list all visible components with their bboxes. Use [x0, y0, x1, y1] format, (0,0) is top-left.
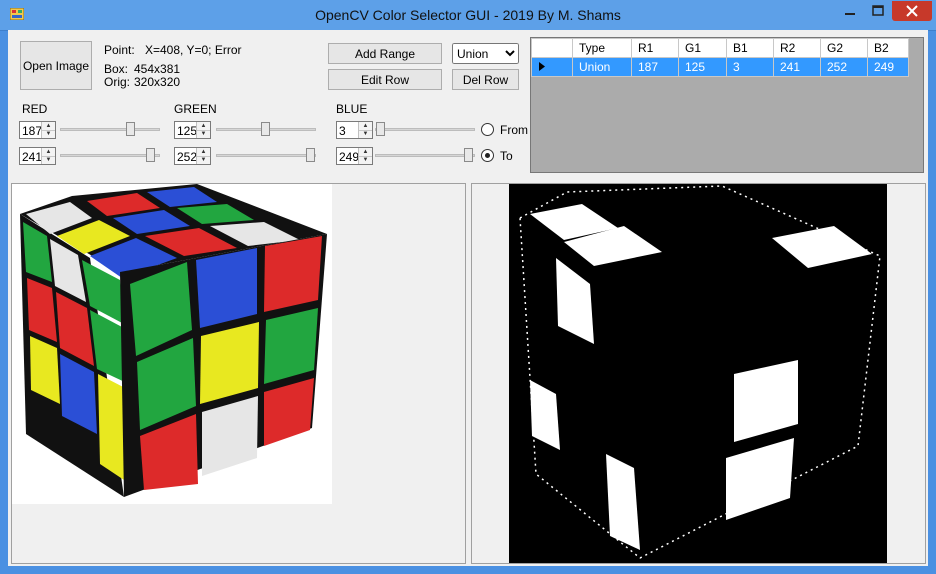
slider-thumb[interactable] [126, 122, 135, 136]
green-to-value: 252 [177, 150, 198, 164]
green-from-value: 125 [177, 124, 198, 138]
orig-label: Orig: [104, 75, 131, 89]
spin-down-icon[interactable]: ▼ [197, 130, 210, 138]
column-header[interactable]: Type [572, 38, 632, 58]
table-header-row: Type R1 G1 B1 R2 G2 B2 [531, 38, 909, 58]
maximize-icon [872, 5, 884, 16]
minimize-button[interactable] [836, 1, 864, 21]
slider-track [60, 128, 160, 131]
green-to-slider[interactable] [216, 148, 316, 164]
mask-image[interactable] [472, 184, 925, 563]
spinner-arrows[interactable]: ▲ ▼ [358, 148, 372, 164]
red-from-slider[interactable] [60, 122, 160, 138]
green-label: GREEN [174, 102, 217, 116]
spinner-arrows[interactable]: ▲ ▼ [196, 148, 210, 164]
close-icon [906, 5, 918, 17]
table-row[interactable]: Union 187 125 3 241 252 249 [531, 57, 909, 77]
spinner-arrows[interactable]: ▲ ▼ [41, 148, 55, 164]
spin-down-icon[interactable]: ▼ [42, 130, 55, 138]
row-selector[interactable] [531, 57, 573, 77]
slider-track [375, 154, 475, 157]
maximize-button[interactable] [864, 1, 892, 21]
spinner-arrows[interactable]: ▲ ▼ [358, 122, 372, 138]
from-radio-label[interactable]: From [500, 123, 528, 137]
app-window: OpenCV Color Selector GUI - 2019 By M. S… [0, 0, 936, 574]
blue-from-slider[interactable] [375, 122, 475, 138]
blue-to-spinner[interactable]: 249 ▲ ▼ [336, 147, 373, 165]
table-cell[interactable]: 187 [631, 57, 679, 77]
slider-track [60, 154, 160, 157]
blue-from-spinner[interactable]: 3 ▲ ▼ [336, 121, 373, 139]
slider-thumb[interactable] [464, 148, 473, 162]
edit-row-button[interactable]: Edit Row [328, 69, 442, 90]
table-cell[interactable]: 249 [867, 57, 909, 77]
column-header[interactable]: R2 [773, 38, 821, 58]
slider-thumb[interactable] [261, 122, 270, 136]
red-from-value: 187 [22, 124, 43, 138]
slider-track [216, 154, 316, 157]
mask-image-panel[interactable] [471, 183, 926, 564]
box-label: Box: [104, 62, 129, 76]
green-from-slider[interactable] [216, 122, 316, 138]
slider-track [375, 128, 475, 131]
table-cell[interactable]: 3 [726, 57, 774, 77]
ranges-grid[interactable]: Type R1 G1 B1 R2 G2 B2 Union 187 125 3 2… [530, 37, 924, 173]
from-radio[interactable] [481, 123, 494, 136]
ranges-table: Type R1 G1 B1 R2 G2 B2 Union 187 125 3 2… [531, 38, 909, 77]
to-radio[interactable] [481, 149, 494, 162]
slider-thumb[interactable] [376, 122, 385, 136]
open-image-button[interactable]: Open Image [20, 41, 92, 90]
spin-down-icon[interactable]: ▼ [359, 130, 372, 138]
blue-label: BLUE [336, 102, 368, 116]
column-header[interactable]: B2 [867, 38, 909, 58]
add-range-button[interactable]: Add Range [328, 43, 442, 64]
red-to-spinner[interactable]: 241 ▲ ▼ [19, 147, 56, 165]
table-cell[interactable]: Union [572, 57, 632, 77]
source-image-panel[interactable] [11, 183, 466, 564]
column-header[interactable]: G2 [820, 38, 868, 58]
to-radio-label[interactable]: To [500, 149, 513, 163]
window-title: OpenCV Color Selector GUI - 2019 By M. S… [315, 7, 621, 23]
red-label: RED [22, 102, 48, 116]
mode-combo[interactable]: Union [452, 43, 519, 64]
spin-down-icon[interactable]: ▼ [42, 156, 55, 164]
red-to-value: 241 [22, 150, 43, 164]
point-value: X=408, Y=0; Error [145, 43, 242, 57]
column-header[interactable]: G1 [678, 38, 727, 58]
column-header[interactable]: B1 [726, 38, 774, 58]
spin-down-icon[interactable]: ▼ [197, 156, 210, 164]
table-corner-cell [531, 38, 573, 58]
red-to-slider[interactable] [60, 148, 160, 164]
slider-thumb[interactable] [146, 148, 155, 162]
orig-value: 320x320 [134, 75, 181, 89]
column-header[interactable]: R1 [631, 38, 679, 58]
blue-to-value: 249 [339, 150, 360, 164]
rubiks-cube-image[interactable] [12, 184, 465, 563]
close-button[interactable] [892, 1, 932, 21]
point-label: Point: [104, 43, 135, 57]
title-bar[interactable]: OpenCV Color Selector GUI - 2019 By M. S… [0, 0, 936, 31]
client-area: Open Image Point: X=408, Y=0; Error Box:… [8, 30, 928, 566]
box-value: 454x381 [134, 62, 181, 76]
spinner-arrows[interactable]: ▲ ▼ [41, 122, 55, 138]
red-from-spinner[interactable]: 187 ▲ ▼ [19, 121, 56, 139]
slider-thumb[interactable] [306, 148, 315, 162]
spinner-arrows[interactable]: ▲ ▼ [196, 122, 210, 138]
del-row-button[interactable]: Del Row [452, 69, 519, 90]
green-from-spinner[interactable]: 125 ▲ ▼ [174, 121, 211, 139]
spin-down-icon[interactable]: ▼ [359, 156, 372, 164]
blue-to-slider[interactable] [375, 148, 475, 164]
blue-from-value: 3 [339, 124, 346, 138]
table-cell[interactable]: 125 [678, 57, 727, 77]
table-cell[interactable]: 241 [773, 57, 821, 77]
minimize-icon [845, 13, 855, 15]
green-to-spinner[interactable]: 252 ▲ ▼ [174, 147, 211, 165]
row-pointer-icon [539, 62, 545, 71]
table-cell[interactable]: 252 [820, 57, 868, 77]
